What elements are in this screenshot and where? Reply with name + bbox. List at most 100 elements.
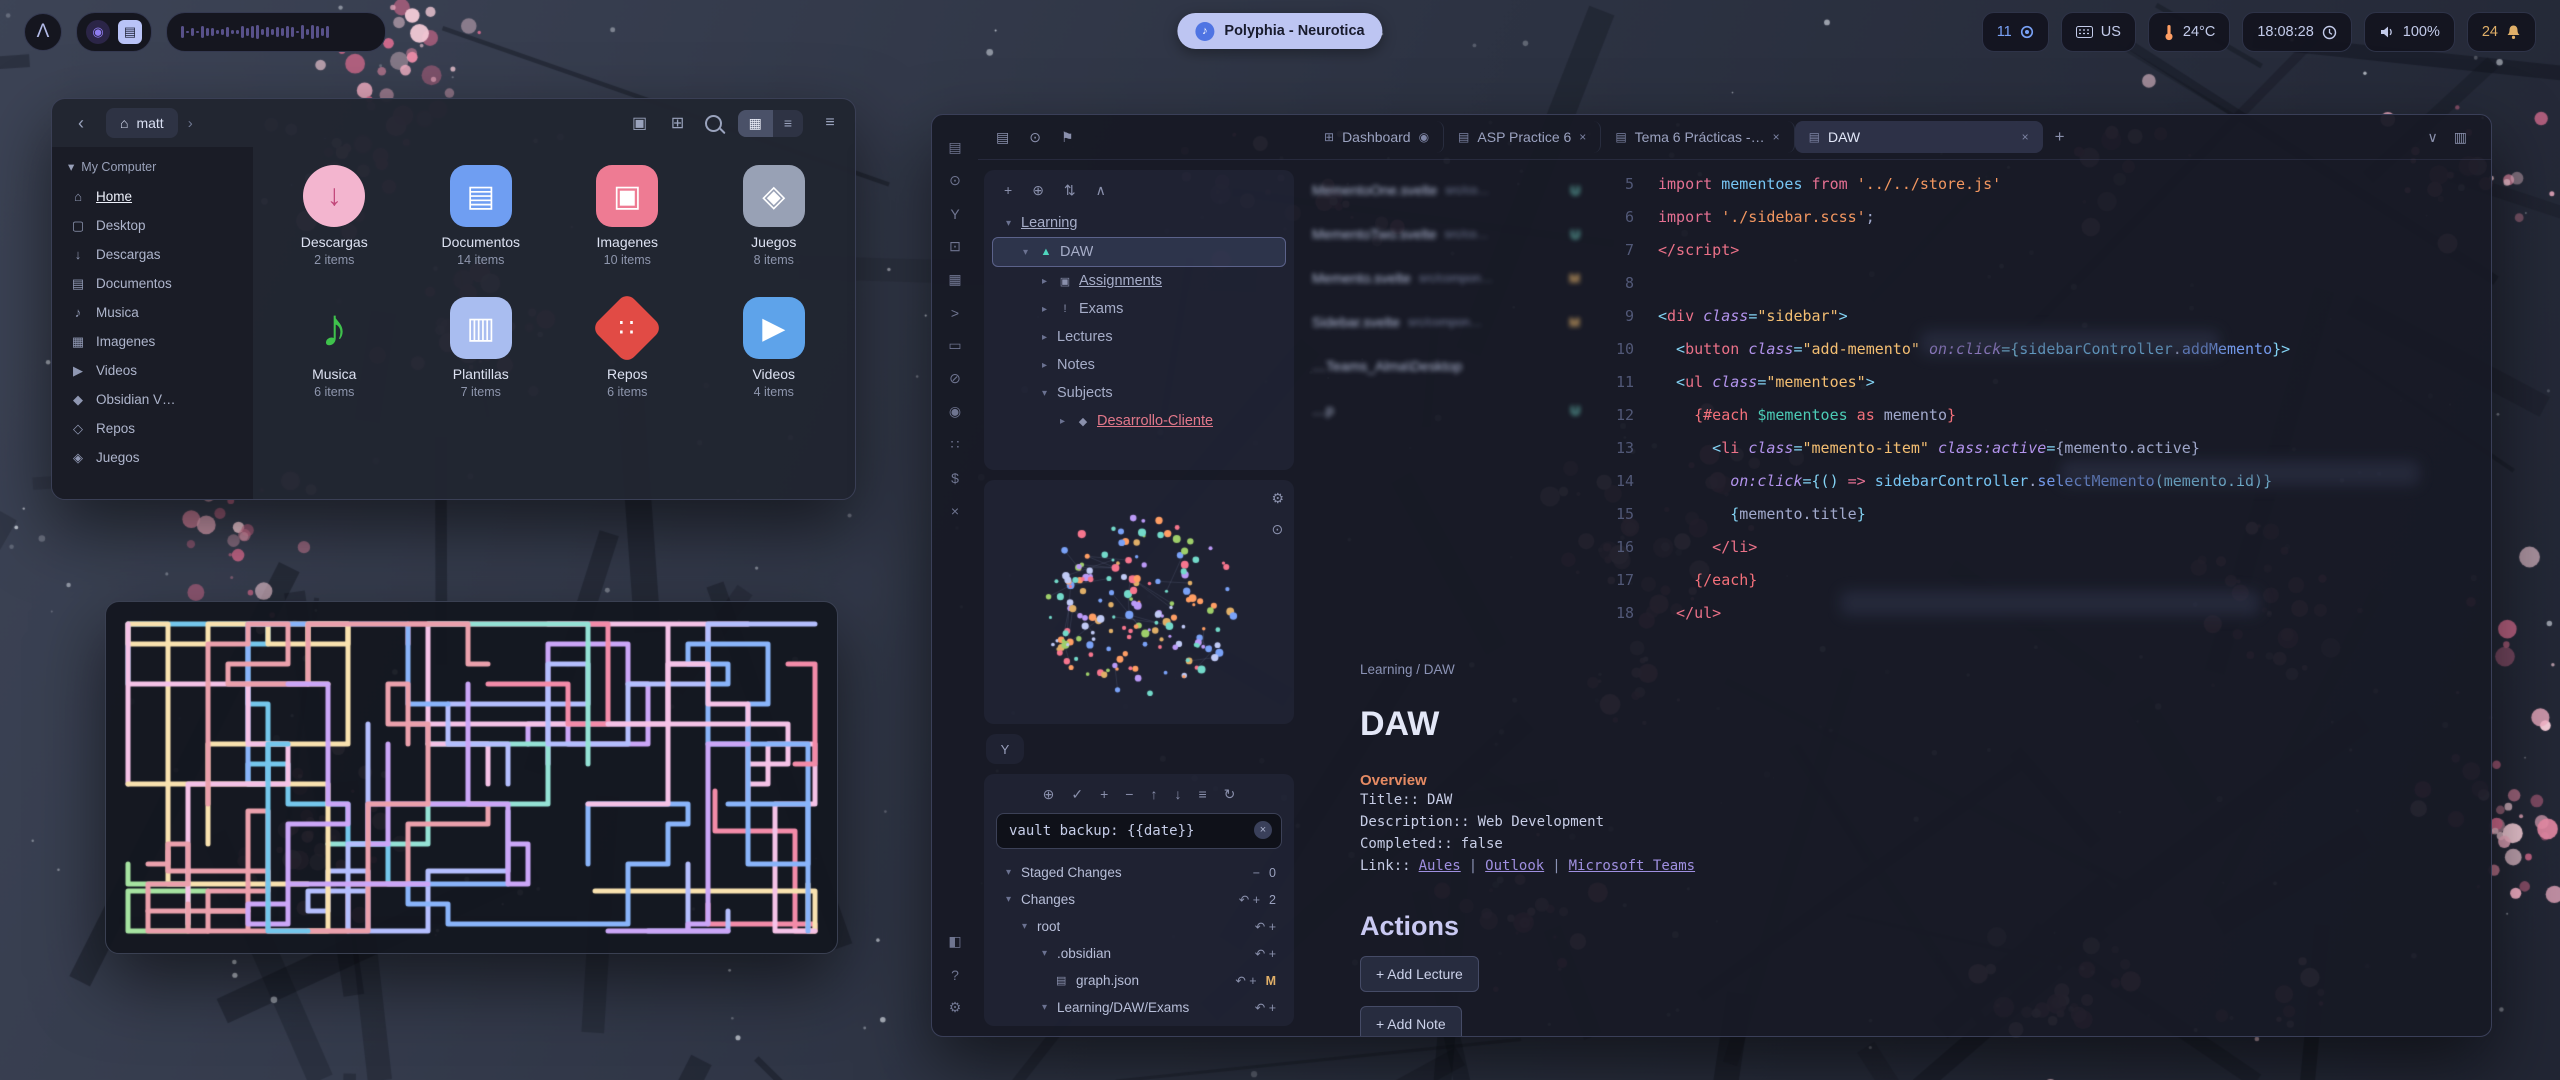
note-link[interactable]: Microsoft Teams [1569, 855, 1695, 877]
folder-item[interactable]: ▶ Videos 4 items [701, 297, 848, 399]
graph-canvas[interactable] [993, 505, 1285, 709]
ribbon-icon[interactable]: > [932, 296, 978, 329]
list-view-icon[interactable]: ≡ [773, 110, 803, 137]
clock-module[interactable]: 18:08:28 [2242, 12, 2351, 52]
git-change-row[interactable]: ▾ Staged Changes − 0 [992, 859, 1286, 886]
note-breadcrumb[interactable]: Learning / DAW [1360, 662, 2451, 677]
git-tool-icon[interactable]: ≡ [1198, 786, 1206, 803]
note-link[interactable]: Outlook [1485, 855, 1544, 877]
row-action-icons[interactable]: ↶ + [1255, 919, 1276, 934]
action-button[interactable]: + Add Lecture [1360, 956, 1479, 992]
git-tool-icon[interactable]: − [1125, 786, 1133, 803]
keyboard-layout-module[interactable]: US [2061, 12, 2136, 52]
ribbon-icon[interactable]: ∷ [932, 428, 978, 461]
row-action-icons[interactable]: ↶ + [1255, 946, 1276, 961]
sidebar-place[interactable]: ◈ Juegos [60, 443, 245, 472]
explorer-tree-item[interactable]: ▸ ▣ Assignments [992, 267, 1286, 295]
ribbon-bottom-icon[interactable]: ⚙ [932, 991, 978, 1024]
git-tool-icon[interactable]: ✓ [1071, 786, 1083, 803]
notifications-module[interactable]: 24 [2467, 12, 2536, 52]
volume-module[interactable]: 100% [2364, 12, 2455, 52]
sidebar-place[interactable]: ▢ Desktop [60, 211, 245, 240]
git-tool-icon[interactable]: ⊕ [1043, 786, 1055, 803]
ribbon-icon[interactable]: ◉ [932, 395, 978, 428]
ribbon-bottom-icon[interactable]: ◧ [932, 925, 978, 958]
folder-item[interactable]: ▣ Imagenes 10 items [554, 165, 701, 267]
grid-view-icon[interactable]: ▦ [738, 110, 773, 137]
menu-icon[interactable]: ≡ [819, 114, 841, 132]
git-row-actions[interactable]: ↶ + [1255, 946, 1286, 961]
weather-module[interactable]: 24°C [2148, 12, 2230, 52]
sidebar-place[interactable]: ▦ Imagenes [60, 327, 245, 356]
graph-pin-icon[interactable]: ⊙ [1271, 521, 1284, 538]
row-action-icons[interactable]: ↶ + [1239, 892, 1260, 907]
folder-item[interactable]: ▥ Plantillas 7 items [408, 297, 555, 399]
explorer-tree-item[interactable]: ▾ ▲ DAW [992, 237, 1286, 267]
explorer-tool-icon[interactable]: + [1004, 182, 1012, 199]
sidebar-place[interactable]: ↓ Descargas [60, 240, 245, 269]
back-button[interactable]: ‹ [66, 108, 96, 138]
ribbon-bottom-icon[interactable]: ? [932, 958, 978, 991]
git-change-row[interactable]: ▾ Changes ↶ + 2 [992, 886, 1286, 913]
sidebar-place[interactable]: ♪ Musica [60, 298, 245, 327]
ribbon-icon[interactable]: ⊙ [932, 164, 978, 197]
note-link[interactable]: Aules [1419, 855, 1461, 877]
git-tool-icon[interactable]: + [1100, 786, 1108, 803]
explorer-tree-item[interactable]: ▸ Notes [992, 351, 1286, 379]
close-tab-icon[interactable]: × [1579, 130, 1586, 144]
commit-message-input[interactable] [996, 813, 1282, 849]
close-tab-icon[interactable]: × [1773, 130, 1780, 144]
ribbon-icon[interactable]: ▦ [932, 263, 978, 296]
ribbon-icon[interactable]: ▭ [932, 329, 978, 362]
git-row-actions[interactable]: ↶ + [1255, 1000, 1286, 1015]
breadcrumb[interactable]: ⌂ matt [106, 108, 178, 138]
search-icon[interactable] [705, 115, 722, 132]
ribbon-icon[interactable]: ⊘ [932, 362, 978, 395]
media-widget[interactable]: ♪ Polyphia - Neurotica [1177, 13, 1382, 49]
chevron-right-icon[interactable]: › [188, 115, 193, 132]
ribbon-icon[interactable]: ⊡ [932, 230, 978, 263]
git-change-row[interactable]: ▾ root ↶ + [992, 913, 1286, 940]
row-action-icons[interactable]: ↶ + [1255, 1000, 1276, 1015]
workspace-icon-1[interactable]: ◉ [86, 20, 110, 44]
gear-icon[interactable]: ⚙ [1271, 490, 1284, 507]
sidebar-place[interactable]: ▶ Videos [60, 356, 245, 385]
panel-tab-icon[interactable]: ▤ [996, 129, 1009, 146]
git-row-actions[interactable]: ↶ + 2 [1239, 892, 1286, 907]
explorer-tree-item[interactable]: ▸ ! Exams [992, 295, 1286, 323]
folder-item[interactable]: ↓ Descargas 2 items [261, 165, 408, 267]
folder-item[interactable]: ♪ Musica 6 items [261, 297, 408, 399]
editor-tab[interactable]: ⊞ Dashboard ◉ [1310, 121, 1444, 153]
explorer-tool-icon[interactable]: ⊕ [1032, 182, 1044, 199]
row-action-icons[interactable]: − [1253, 866, 1260, 880]
editor-tab[interactable]: ▤ ASP Practice 6 × [1444, 121, 1601, 153]
folder-item[interactable]: ▤ Documentos 14 items [408, 165, 555, 267]
folder-item[interactable]: ∷ Repos 6 items [554, 297, 701, 399]
git-change-row[interactable]: ▤ graph.json ↶ + M [992, 967, 1286, 994]
explorer-tool-icon[interactable]: ⇅ [1064, 182, 1076, 199]
panel-tab-icon[interactable]: ⊙ [1029, 129, 1041, 146]
editor-tab[interactable]: ▤ DAW × [1795, 121, 2043, 153]
sidebar-header[interactable]: ▾ My Computer [60, 155, 245, 182]
git-change-row[interactable]: ▾ .obsidian ↶ + [992, 940, 1286, 967]
sidebar-place[interactable]: ▤ Documentos [60, 269, 245, 298]
git-row-actions[interactable]: ↶ + M [1235, 973, 1286, 988]
action-button[interactable]: + Add Note [1360, 1006, 1462, 1036]
folder-item[interactable]: ◈ Juegos 8 items [701, 165, 848, 267]
new-tab-button[interactable]: + [2045, 127, 2075, 147]
clear-input-icon[interactable]: × [1254, 821, 1272, 839]
sidebar-place[interactable]: ◆ Obsidian V… [60, 385, 245, 414]
explorer-tree-item[interactable]: ▾ Subjects [992, 379, 1286, 407]
updates-module[interactable]: 11 [1982, 12, 2049, 52]
ribbon-icon[interactable]: ▤ [932, 131, 978, 164]
explorer-tool-icon[interactable]: ∧ [1096, 182, 1106, 199]
sidebar-place[interactable]: ⌂ Home [60, 182, 245, 211]
git-tool-icon[interactable]: ↓ [1174, 786, 1181, 803]
git-tool-icon[interactable]: ↑ [1150, 786, 1157, 803]
split-pane-icon[interactable]: ▥ [2454, 129, 2467, 146]
close-tab-icon[interactable]: × [2022, 130, 2029, 144]
git-change-row[interactable]: ▾ Learning/DAW/Exams ↶ + [992, 994, 1286, 1021]
workspace-icon-2[interactable]: ▤ [118, 20, 142, 44]
git-row-actions[interactable]: − 0 [1253, 866, 1286, 880]
ribbon-icon[interactable]: Y [932, 197, 978, 230]
